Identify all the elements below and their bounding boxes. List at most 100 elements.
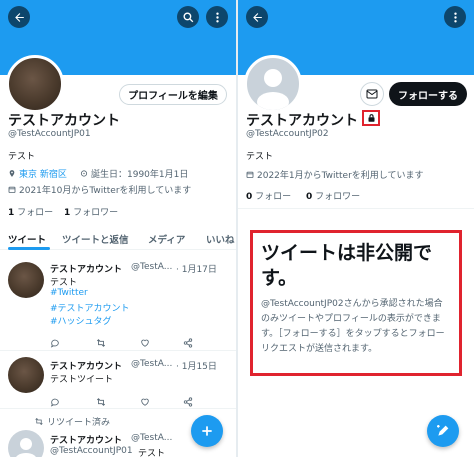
compose-tweet-button[interactable] bbox=[427, 415, 459, 447]
plus-icon bbox=[202, 426, 212, 436]
retweet-button[interactable] bbox=[96, 392, 106, 406]
following-label: フォロー bbox=[255, 192, 292, 202]
profile-location: 東京 新宿区 bbox=[8, 167, 67, 180]
share-icon bbox=[183, 397, 193, 407]
default-avatar-icon bbox=[16, 438, 36, 457]
more-icon bbox=[215, 12, 219, 22]
location-text[interactable]: 東京 新宿区 bbox=[19, 167, 67, 180]
hashtag-link[interactable]: #ハッシュタグ bbox=[50, 314, 112, 327]
tweet-avatar[interactable] bbox=[8, 262, 44, 298]
profile-avatar[interactable] bbox=[6, 55, 64, 113]
compose-icon bbox=[437, 425, 449, 436]
tweet-author-handle: @TestA... bbox=[131, 262, 173, 272]
following-count: 1 bbox=[8, 208, 15, 218]
tweet-avatar[interactable] bbox=[8, 357, 44, 393]
like-icon bbox=[141, 398, 149, 406]
profile-bio: テスト bbox=[246, 152, 274, 162]
following-stat[interactable]: 1 フォロー bbox=[8, 205, 53, 218]
back-arrow-icon bbox=[14, 12, 24, 22]
lock-icon bbox=[368, 114, 374, 122]
followers-stat[interactable]: 0 フォロワー bbox=[306, 189, 360, 202]
private-notice-title: ツイートは非公開です。 bbox=[261, 242, 433, 289]
own-profile-screen: プロフィールを編集 テストアカウント @TestAccountJP01 テスト … bbox=[0, 0, 236, 457]
retweet-icon bbox=[96, 339, 106, 347]
profile-bio: テスト bbox=[8, 152, 36, 162]
protected-account-lock-highlight bbox=[362, 110, 380, 126]
tab-tweets[interactable]: ツイート bbox=[8, 232, 46, 246]
tweet-date: · 1月17日 bbox=[176, 265, 217, 275]
retweet-icon bbox=[35, 417, 43, 426]
more-button[interactable] bbox=[444, 6, 466, 28]
reply-icon bbox=[50, 339, 59, 348]
share-button[interactable] bbox=[183, 392, 193, 407]
follow-label: フォローする bbox=[398, 90, 458, 102]
profile-name: テストアカウント bbox=[246, 113, 358, 129]
profile-avatar[interactable] bbox=[244, 55, 302, 113]
follow-button[interactable]: フォローする bbox=[389, 82, 467, 106]
share-icon bbox=[183, 338, 193, 348]
following-label: フォロー bbox=[17, 208, 54, 218]
location-icon bbox=[9, 170, 15, 177]
profile-handle: @TestAccountJP01 bbox=[8, 129, 91, 139]
more-icon bbox=[453, 12, 457, 22]
divider bbox=[238, 208, 474, 209]
retweeted-indicator: リツイート済み bbox=[34, 415, 110, 428]
followers-stat[interactable]: 1 フォロワー bbox=[64, 205, 118, 218]
tweet-text: テストツイート bbox=[50, 375, 114, 385]
private-notice-description: @TestAccountJP02さんから承認された場合のみツイートやプロフィール… bbox=[261, 299, 445, 354]
like-button[interactable] bbox=[140, 392, 150, 406]
back-button[interactable] bbox=[8, 6, 30, 28]
tab-tweets-replies[interactable]: ツイートと返信 bbox=[62, 232, 129, 246]
profile-birthday: 誕生日：1990年1月1日 bbox=[80, 167, 188, 180]
divider bbox=[0, 350, 236, 351]
compose-tweet-button[interactable] bbox=[191, 415, 223, 447]
followers-count: 0 bbox=[306, 192, 313, 202]
profile-joined: 2022年1月からTwitterを利用しています bbox=[246, 168, 424, 181]
back-button[interactable] bbox=[246, 6, 268, 28]
more-button[interactable] bbox=[206, 6, 228, 28]
like-icon bbox=[141, 339, 149, 347]
hashtag-link[interactable]: #Twitter bbox=[50, 288, 88, 298]
private-tweets-notice: ツイートは非公開です。 @TestAccountJP02さんから承認された場合の… bbox=[250, 230, 462, 376]
search-icon bbox=[182, 11, 193, 22]
tweet-text: テスト bbox=[50, 278, 78, 288]
reply-button[interactable] bbox=[50, 333, 60, 348]
birthday-text: 誕生日：1990年1月1日 bbox=[91, 170, 189, 180]
back-arrow-icon bbox=[252, 12, 262, 22]
retweet-author-handle: @TestA... bbox=[131, 433, 173, 443]
mail-icon bbox=[366, 89, 378, 99]
share-button[interactable] bbox=[183, 333, 193, 348]
message-button[interactable] bbox=[360, 82, 384, 106]
profile-tabs: ツイート ツイートと返信 メディア いいね bbox=[0, 228, 236, 250]
active-tab-indicator bbox=[8, 247, 50, 250]
joined-text: 2022年1月からTwitterを利用しています bbox=[257, 171, 424, 181]
profile-joined: 2021年10月からTwitterを利用しています bbox=[8, 183, 191, 196]
followers-count: 1 bbox=[64, 208, 71, 218]
joined-text: 2021年10月からTwitterを利用しています bbox=[19, 186, 192, 196]
calendar-icon bbox=[8, 186, 16, 193]
tweet-author-name: テストアカウント bbox=[50, 362, 123, 372]
hashtag-link[interactable]: #テストアカウント bbox=[50, 301, 130, 314]
search-button[interactable] bbox=[177, 6, 199, 28]
like-button[interactable] bbox=[140, 333, 150, 347]
following-stat[interactable]: 0 フォロー bbox=[246, 189, 291, 202]
reply-button[interactable] bbox=[50, 392, 60, 407]
followers-label: フォロワー bbox=[73, 208, 119, 218]
tweet-avatar[interactable] bbox=[8, 430, 44, 457]
following-count: 0 bbox=[246, 192, 253, 202]
edit-profile-label: プロフィールを編集 bbox=[128, 91, 218, 102]
tab-media[interactable]: メディア bbox=[148, 232, 185, 246]
tweet-date: · 1月15日 bbox=[176, 362, 217, 372]
divider bbox=[0, 408, 236, 409]
retweeted-label: リツイート済み bbox=[47, 418, 111, 428]
tab-likes[interactable]: いいね bbox=[206, 232, 235, 246]
edit-profile-button[interactable]: プロフィールを編集 bbox=[119, 84, 227, 105]
retweet-sub-handle: @TestAccountJP01 bbox=[50, 446, 133, 456]
profile-name: テストアカウント bbox=[8, 113, 120, 129]
calendar-icon bbox=[246, 171, 254, 178]
retweet-author-name: テストアカウント bbox=[50, 436, 123, 446]
tweet-author-name: テストアカウント bbox=[50, 265, 123, 275]
followers-label: フォロワー bbox=[315, 192, 361, 202]
birthday-icon bbox=[80, 170, 88, 177]
retweet-button[interactable] bbox=[96, 333, 106, 347]
